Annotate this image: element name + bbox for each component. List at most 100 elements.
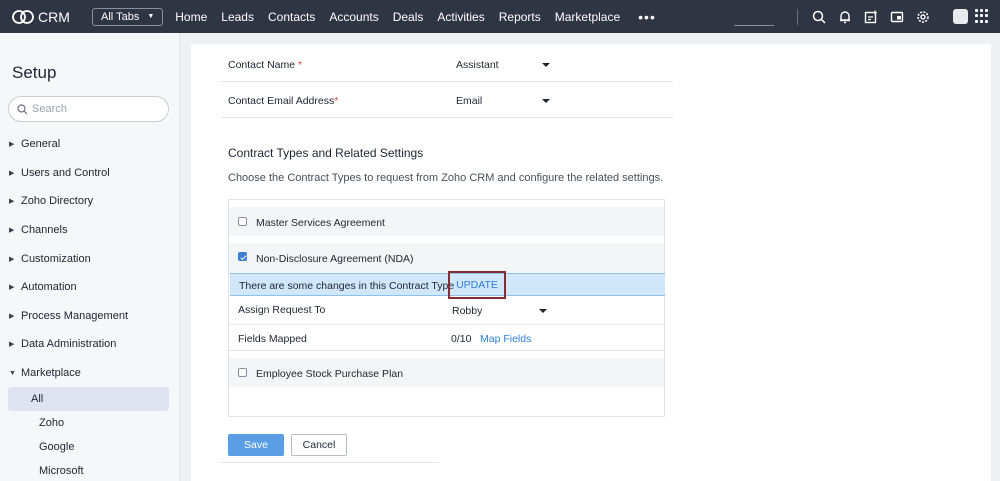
sidebar-subitem-zoho[interactable]: Zoho (8, 411, 169, 435)
crm-logo[interactable]: CRM (12, 9, 70, 25)
all-tabs-dropdown[interactable]: All Tabs ▼ (92, 7, 164, 26)
save-button[interactable]: Save (228, 434, 284, 456)
settings-panel: Contact Name * Assistant Contact Email A… (191, 44, 991, 481)
contact-email-label: Contact Email Address* (228, 95, 338, 107)
sidebar-search[interactable] (8, 96, 169, 122)
crm-logo-icon (12, 9, 34, 24)
section-title: Contract Types and Related Settings (228, 146, 424, 160)
nav-accounts[interactable]: Accounts (329, 10, 378, 24)
search-icon (17, 103, 28, 114)
apps-grid-icon[interactable] (975, 9, 989, 23)
assign-request-label: Assign Request To (238, 304, 326, 316)
sidebar-item-users-and-control[interactable]: ▶ Users and Control (0, 159, 180, 188)
espp-checkbox[interactable] (238, 368, 247, 377)
contract-type-label: Non-Disclosure Agreement (NDA) (256, 253, 414, 265)
chevron-down-icon (539, 309, 547, 313)
main-nav: Home Leads Contacts Accounts Deals Activ… (175, 9, 656, 25)
master-services-checkbox[interactable] (238, 217, 247, 226)
nav-deals[interactable]: Deals (393, 10, 424, 24)
contact-email-value: Email (456, 95, 483, 107)
map-fields-link[interactable]: Map Fields (480, 333, 531, 345)
sidebar-item-label: Marketplace (21, 367, 81, 380)
footer-divider (221, 462, 439, 463)
list-item: Non-Disclosure Agreement (NDA) (229, 243, 664, 273)
contact-email-select[interactable]: Email (453, 90, 553, 112)
chevron-right-icon: ▶ (9, 312, 15, 320)
chevron-right-icon: ▶ (9, 227, 15, 235)
more-tabs-icon[interactable]: ••• (638, 9, 656, 25)
sidebar-item-automation[interactable]: ▶ Automation (0, 273, 180, 302)
sidebar-item-data-administration[interactable]: ▶ Data Administration (0, 330, 180, 359)
row-divider (221, 117, 673, 118)
nav-leads[interactable]: Leads (221, 10, 254, 24)
section-description: Choose the Contract Types to request fro… (228, 172, 664, 184)
row-divider (221, 81, 673, 82)
sidebar-item-marketplace[interactable]: ▼ Marketplace (0, 359, 180, 388)
sidebar-item-process-management[interactable]: ▶ Process Management (0, 302, 180, 331)
nav-marketplace[interactable]: Marketplace (555, 10, 620, 24)
chevron-down-icon (542, 99, 550, 103)
assign-request-select[interactable]: Robby (449, 300, 549, 320)
sidebar-subitem-microsoft[interactable]: Microsoft (8, 459, 169, 481)
changes-notice: There are some changes in this Contract … (230, 271, 665, 299)
avatar[interactable] (953, 9, 968, 24)
contact-name-value: Assistant (456, 59, 499, 71)
top-icon-group (811, 0, 941, 33)
nav-home[interactable]: Home (175, 10, 207, 24)
top-navigation-bar: CRM All Tabs ▼ Home Leads Contacts Accou… (0, 0, 1000, 33)
sidebar-search-input[interactable] (32, 103, 152, 115)
sidebar-item-label: Customization (21, 252, 91, 265)
chevron-right-icon: ▶ (9, 198, 15, 206)
contract-types-list: Master Services Agreement Non-Disclosure… (228, 199, 665, 417)
sidebar-subitem-google[interactable]: Google (8, 435, 169, 459)
required-marker: * (298, 59, 303, 71)
cancel-button[interactable]: Cancel (291, 434, 347, 456)
chevron-down-icon (542, 63, 550, 67)
contract-type-label: Master Services Agreement (256, 217, 385, 229)
nav-reports[interactable]: Reports (499, 10, 541, 24)
row-divider (229, 350, 664, 351)
app-name: CRM (38, 8, 70, 25)
row-divider (229, 324, 664, 325)
contact-name-label: Contact Name * (228, 59, 302, 71)
nav-contacts[interactable]: Contacts (268, 10, 315, 24)
nda-checkbox[interactable] (238, 252, 247, 261)
list-item: Master Services Agreement (229, 207, 664, 236)
nav-activities[interactable]: Activities (437, 10, 484, 24)
notice-text: There are some changes in this Contract … (239, 280, 455, 292)
contact-name-select[interactable]: Assistant (453, 54, 553, 76)
chevron-right-icon: ▶ (9, 284, 15, 292)
fields-mapped-label: Fields Mapped (238, 333, 307, 345)
list-item: Employee Stock Purchase Plan (229, 358, 664, 387)
chevron-right-icon: ▶ (9, 141, 15, 149)
contact-name-label-text: Contact Name (228, 59, 296, 71)
update-button[interactable]: UPDATE (448, 271, 506, 299)
sidebar-item-label: Automation (21, 281, 77, 294)
sidebar-menu: ▶ General ▶ Users and Control ▶ Zoho Direct… (0, 130, 180, 481)
chevron-down-icon: ▼ (9, 369, 16, 377)
video-icon[interactable] (889, 9, 905, 25)
all-tabs-label: All Tabs (101, 10, 140, 23)
sidebar-item-channels[interactable]: ▶ Channels (0, 216, 180, 245)
sidebar-item-zoho-directory[interactable]: ▶ Zoho Directory (0, 187, 180, 216)
gear-icon[interactable] (915, 9, 931, 25)
contract-type-label: Employee Stock Purchase Plan (256, 368, 404, 380)
sidebar-item-label: General (21, 138, 61, 151)
chevron-right-icon: ▶ (9, 169, 15, 177)
sidebar-item-label: Zoho Directory (21, 195, 94, 208)
sidebar-item-customization[interactable]: ▶ Customization (0, 244, 180, 273)
search-icon[interactable] (811, 9, 827, 25)
sidebar-subitem-all[interactable]: All (8, 387, 169, 412)
bell-icon[interactable] (837, 9, 853, 25)
assign-request-value: Robby (452, 305, 483, 317)
required-marker: * (334, 95, 339, 107)
setup-sidebar: Setup ▶ General ▶ Users and Control ▶ Zoho … (0, 33, 180, 481)
sidebar-item-label: Process Management (21, 309, 128, 322)
calendar-add-icon[interactable] (863, 9, 879, 25)
sidebar-title: Setup (12, 63, 57, 82)
chevron-right-icon: ▶ (9, 341, 15, 349)
fields-mapped-count: 0/10 (451, 333, 472, 345)
top-divider (797, 9, 798, 25)
sidebar-item-general[interactable]: ▶ General (0, 130, 180, 159)
sidebar-item-label: Users and Control (21, 166, 110, 179)
